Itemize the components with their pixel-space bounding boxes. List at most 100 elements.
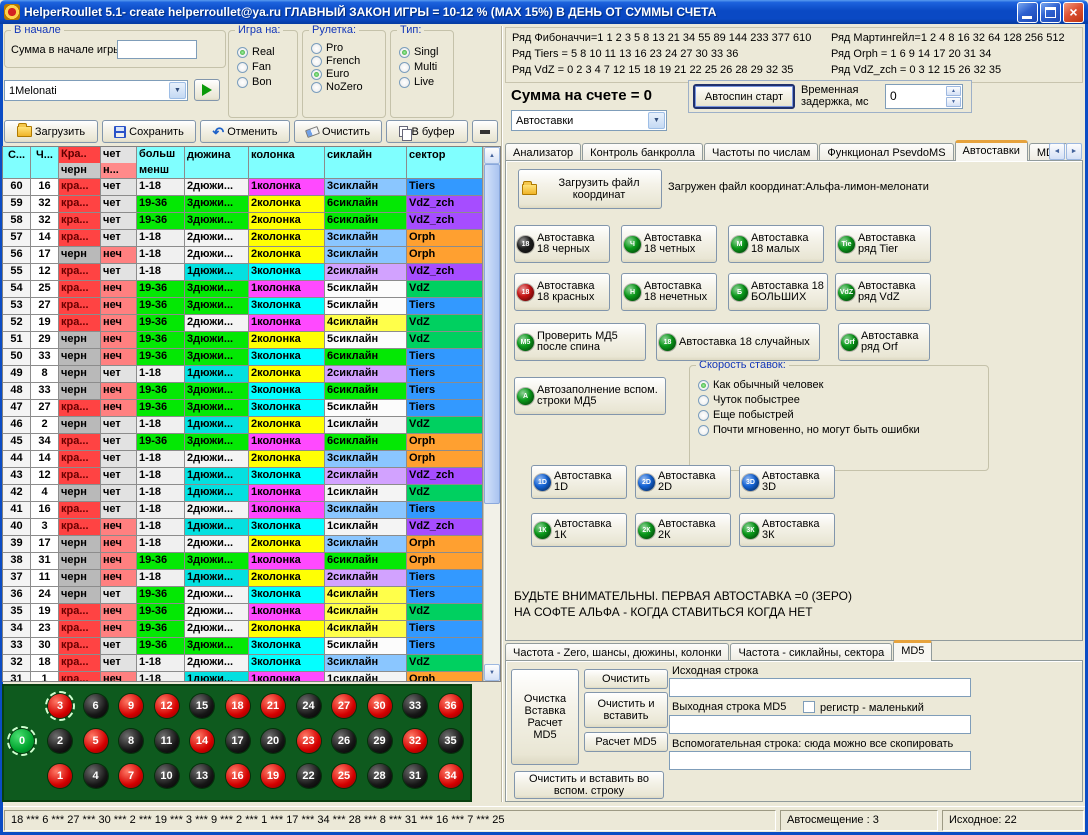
board-number-32[interactable]: 32 — [403, 729, 427, 753]
autobet-18-black-button[interactable]: 18Автоставка 18 черных — [514, 225, 610, 263]
autobet-18-even-button[interactable]: ЧАвтоставка 18 четных — [621, 225, 717, 263]
play-button[interactable] — [194, 79, 220, 101]
board-number-25[interactable]: 25 — [332, 764, 356, 788]
board-number-0[interactable]: 0 — [10, 729, 34, 753]
board-number-1[interactable]: 1 — [48, 764, 72, 788]
start-sum-input[interactable] — [117, 40, 197, 59]
radio-speed-3[interactable]: Почти мгновенно, но могут быть ошибки — [698, 424, 986, 436]
minimize-button[interactable] — [1017, 2, 1038, 23]
board-number-27[interactable]: 27 — [332, 694, 356, 718]
board-number-3[interactable]: 3 — [48, 694, 72, 718]
board-number-33[interactable]: 33 — [403, 694, 427, 718]
board-number-14[interactable]: 14 — [190, 729, 214, 753]
autobet-18-odd-button[interactable]: НАвтоставка 18 нечетных — [621, 273, 717, 311]
check-md5-after-spin-button[interactable]: М5Проверить МД5 после спина — [514, 323, 646, 361]
board-number-31[interactable]: 31 — [403, 764, 427, 788]
board-number-12[interactable]: 12 — [155, 694, 179, 718]
radio-wheel-2[interactable]: Euro — [311, 68, 383, 80]
board-number-8[interactable]: 8 — [119, 729, 143, 753]
autobet-3k-button[interactable]: 3КАвтоставка 3К — [739, 513, 835, 547]
board-number-9[interactable]: 9 — [119, 694, 143, 718]
radio-wheel-3[interactable]: NoZero — [311, 81, 383, 93]
preset-combobox-arrow[interactable]: ▼ — [169, 82, 186, 99]
copy-to-buffer-button[interactable]: В буфер — [386, 120, 468, 143]
board-number-29[interactable]: 29 — [368, 729, 392, 753]
md5-calc-button[interactable]: Расчет MD5 — [584, 732, 668, 752]
radio-type-1[interactable]: Multi — [399, 61, 451, 73]
board-number-36[interactable]: 36 — [439, 694, 463, 718]
board-number-34[interactable]: 34 — [439, 764, 463, 788]
md5-clear-paste-button[interactable]: Очистить и вставить — [584, 692, 668, 728]
board-number-30[interactable]: 30 — [368, 694, 392, 718]
board-number-6[interactable]: 6 — [84, 694, 108, 718]
tabs-scroll-left-button[interactable]: ◄ — [1049, 143, 1065, 160]
md5-source-input[interactable] — [669, 678, 971, 697]
autobet-row-tier-button[interactable]: TieАвтоставка ряд Tier — [835, 225, 931, 263]
clear-button[interactable]: Очистить — [294, 120, 382, 143]
radio-type-0[interactable]: Singl — [399, 46, 451, 58]
autobet-18-random-button[interactable]: 18Автоставка 18 случайных — [656, 323, 820, 361]
radio-game-2[interactable]: Bon — [237, 76, 295, 88]
autobet-row-orf-button[interactable]: OrfАвтоставка ряд Orf — [838, 323, 930, 361]
mode-combobox-arrow[interactable]: ▼ — [648, 112, 665, 129]
autobet-1d-button[interactable]: 1DАвтоставка 1D — [531, 465, 627, 499]
load-button[interactable]: Загрузить — [4, 120, 98, 143]
radio-game-1[interactable]: Fan — [237, 61, 295, 73]
board-number-23[interactable]: 23 — [297, 729, 321, 753]
radio-game-0[interactable]: Real — [237, 46, 295, 58]
board-number-11[interactable]: 11 — [155, 729, 179, 753]
autobet-2k-button[interactable]: 2КАвтоставка 2К — [635, 513, 731, 547]
preset-combobox[interactable]: 1Melonati ▼ — [4, 80, 188, 101]
radio-speed-2[interactable]: Еще побыстрей — [698, 409, 986, 421]
board-number-26[interactable]: 26 — [332, 729, 356, 753]
radio-speed-0[interactable]: Как обычный человек — [698, 379, 986, 391]
load-coordinates-button[interactable]: Загрузить файл координат — [518, 169, 662, 209]
board-number-13[interactable]: 13 — [190, 764, 214, 788]
autobet-3d-button[interactable]: 3DАвтоставка 3D — [739, 465, 835, 499]
board-number-5[interactable]: 5 — [84, 729, 108, 753]
md5-aux-input[interactable] — [669, 751, 971, 770]
board-number-18[interactable]: 18 — [226, 694, 250, 718]
autobet-18-high-button[interactable]: БАвтоставка 18 БОЛЬШИХ — [728, 273, 828, 311]
autobet-2d-button[interactable]: 2DАвтоставка 2D — [635, 465, 731, 499]
board-number-10[interactable]: 10 — [155, 764, 179, 788]
board-number-22[interactable]: 22 — [297, 764, 321, 788]
maximize-button[interactable] — [1040, 2, 1061, 23]
autobet-row-vdz-button[interactable]: VdZАвтоставка ряд VdZ — [835, 273, 931, 311]
scrollbar-thumb[interactable] — [484, 164, 500, 504]
autofill-md5-button[interactable]: А Автозаполнение вспом. строки МД5 — [514, 377, 666, 415]
board-number-28[interactable]: 28 — [368, 764, 392, 788]
spinner-up-button[interactable]: ▲ — [946, 86, 961, 96]
radio-wheel-1[interactable]: French — [311, 55, 383, 67]
scroll-down-button[interactable]: ▼ — [484, 664, 500, 681]
board-number-15[interactable]: 15 — [190, 694, 214, 718]
mode-combobox[interactable]: Автоставки ▼ — [511, 110, 667, 131]
main-tab-4[interactable]: Автоставки — [955, 140, 1028, 161]
undo-button[interactable]: ↶ Отменить — [200, 120, 290, 143]
board-number-4[interactable]: 4 — [84, 764, 108, 788]
radio-wheel-0[interactable]: Pro — [311, 42, 383, 54]
board-number-21[interactable]: 21 — [261, 694, 285, 718]
tabs-scroll-right-button[interactable]: ► — [1066, 143, 1082, 160]
autobet-1k-button[interactable]: 1КАвтоставка 1К — [531, 513, 627, 547]
collapse-button[interactable] — [472, 120, 498, 143]
board-number-16[interactable]: 16 — [226, 764, 250, 788]
md5-clear-paste-aux-button[interactable]: Очистить и вставить во вспом. строку — [514, 771, 664, 799]
board-number-19[interactable]: 19 — [261, 764, 285, 788]
md5-lowercase-checkbox[interactable] — [803, 701, 815, 713]
md5-clear-paste-calc-button[interactable]: Очистка Вставка Расчет MD5 — [511, 669, 579, 765]
scroll-up-button[interactable]: ▲ — [484, 147, 500, 164]
autobet-18-red-button[interactable]: 18Автоставка 18 красных — [514, 273, 610, 311]
board-number-35[interactable]: 35 — [439, 729, 463, 753]
autospin-start-button[interactable]: Автоспин старт — [693, 84, 795, 109]
radio-speed-1[interactable]: Чуток побыстрее — [698, 394, 986, 406]
spinner-down-button[interactable]: ▼ — [946, 97, 961, 107]
table-scrollbar[interactable]: ▲ ▼ — [483, 147, 500, 681]
delay-spinner[interactable]: 0 ▲ ▼ — [885, 84, 963, 109]
save-button[interactable]: Сохранить — [102, 120, 196, 143]
board-number-2[interactable]: 2 — [48, 729, 72, 753]
close-button[interactable]: × — [1063, 2, 1084, 23]
radio-type-2[interactable]: Live — [399, 76, 451, 88]
board-number-7[interactable]: 7 — [119, 764, 143, 788]
board-number-24[interactable]: 24 — [297, 694, 321, 718]
